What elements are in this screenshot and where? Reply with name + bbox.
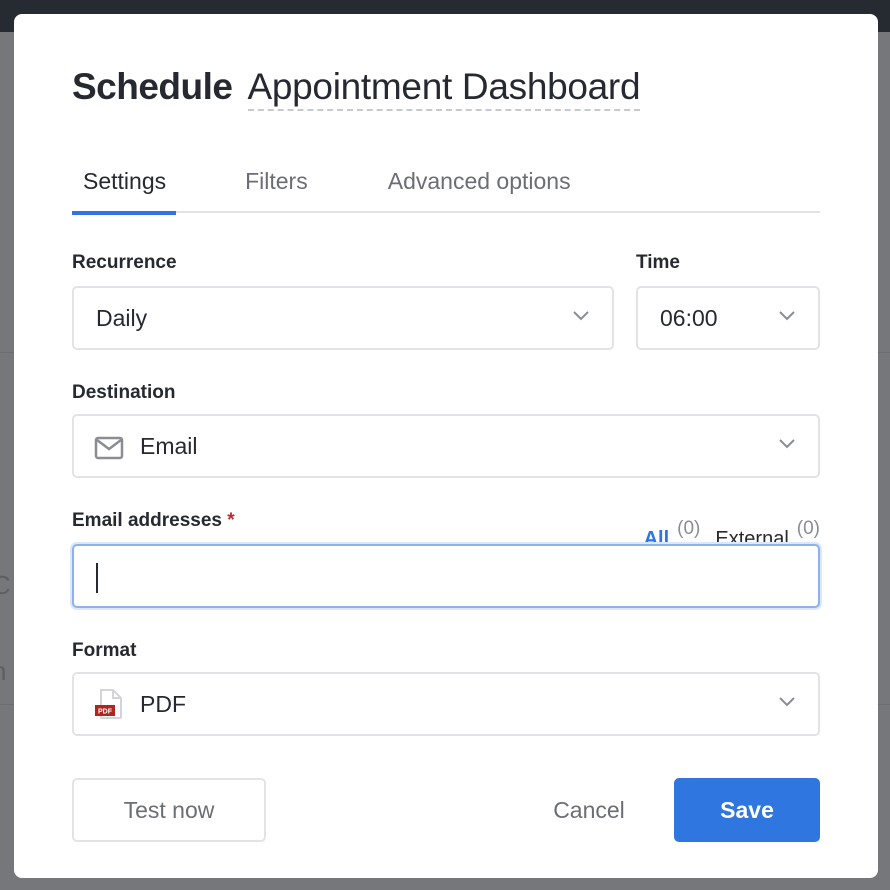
destination-select[interactable]: Email [72, 414, 820, 478]
dialog-title: Schedule Appointment Dashboard [72, 66, 641, 111]
tab-bar: Settings Filters Advanced options [72, 154, 820, 215]
time-label: Time [636, 252, 681, 273]
tab-settings[interactable]: Settings [72, 154, 177, 215]
recurrence-select[interactable]: Daily [72, 286, 614, 350]
destination-label: Destination [72, 382, 176, 403]
chevron-down-icon [779, 697, 795, 707]
save-button[interactable]: Save [674, 778, 820, 842]
background-text: C [0, 570, 11, 600]
chevron-down-icon [573, 311, 589, 321]
pdf-file-icon: PDF [95, 689, 122, 719]
chevron-down-icon [779, 439, 795, 449]
email-addresses-input[interactable] [72, 544, 820, 608]
email-addresses-label-text: Email addresses [72, 510, 222, 531]
chevron-down-icon [779, 311, 795, 321]
test-now-button[interactable]: Test now [72, 778, 266, 842]
recurrence-value: Daily [96, 304, 148, 331]
tab-advanced-options[interactable]: Advanced options [388, 154, 571, 213]
dialog-title-prefix: Schedule [72, 66, 233, 107]
pdf-badge-text: PDF [98, 709, 113, 716]
destination-value: Email [140, 432, 198, 459]
required-mark: * [227, 510, 235, 531]
format-select[interactable]: PDF PDF [72, 672, 820, 736]
all-recipients-count: (0) [677, 518, 701, 539]
time-value: 06:00 [660, 304, 718, 331]
text-cursor [96, 563, 98, 593]
format-label: Format [72, 640, 137, 661]
email-addresses-label: Email addresses * [72, 510, 235, 532]
recurrence-label: Recurrence [72, 252, 177, 273]
schedule-dialog: Schedule Appointment Dashboard Settings … [14, 14, 878, 878]
format-value: PDF [140, 690, 186, 717]
cancel-button[interactable]: Cancel [524, 778, 654, 842]
external-recipients-count: (0) [796, 518, 820, 539]
mail-icon [94, 436, 124, 460]
time-select[interactable]: 06:00 [636, 286, 820, 350]
dashboard-name-editable[interactable]: Appointment Dashboard [247, 66, 641, 111]
background-text: n [0, 656, 6, 687]
tab-filters[interactable]: Filters [245, 154, 308, 213]
